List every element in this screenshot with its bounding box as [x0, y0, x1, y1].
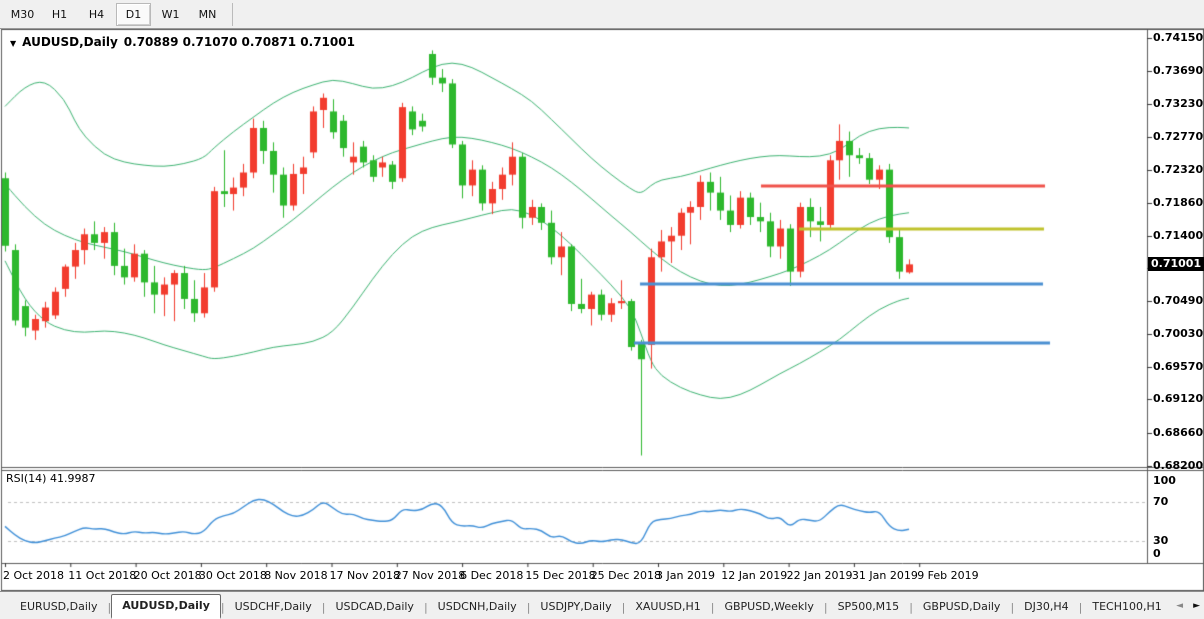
- rsi-value: 41.9987: [50, 472, 96, 485]
- price-axis-tick: 0.70030: [1153, 327, 1203, 340]
- price-axis-tick: 0.73230: [1153, 97, 1203, 110]
- time-axis-label: 22 Jan 2019: [787, 569, 853, 582]
- rsi-axis-tick: 70: [1153, 495, 1168, 508]
- symbol-tab-dj30[interactable]: DJ30,H4: [1014, 597, 1078, 617]
- time-axis-label: 30 Oct 2018: [199, 569, 267, 582]
- price-axis-tick: 0.69570: [1153, 360, 1203, 373]
- rsi-name: RSI(14): [6, 472, 46, 485]
- price-chart-canvas[interactable]: [0, 29, 1204, 591]
- rsi-axis-tick: 100: [1153, 474, 1176, 487]
- symbol-tab-gbpusd[interactable]: GBPUSD,Weekly: [714, 597, 823, 617]
- time-axis-label: 27 Nov 2018: [395, 569, 465, 582]
- trading-terminal-window: M30H1H4D1W1MN ▼ AUDUSD,Daily 0.70889 0.7…: [0, 0, 1204, 619]
- timeframe-button-w1[interactable]: W1: [153, 3, 188, 26]
- price-axis-tick: 0.68200: [1153, 459, 1203, 472]
- symbol-tab-usdcnh[interactable]: USDCNH,Daily: [428, 597, 527, 617]
- chart-dropdown-icon[interactable]: ▼: [10, 39, 16, 48]
- chart-symbol-label: AUDUSD,Daily: [22, 35, 118, 49]
- time-axis-label: 3 Jan 2019: [656, 569, 715, 582]
- rsi-indicator-label: RSI(14) 41.9987: [6, 472, 95, 485]
- time-axis-label: 25 Dec 2018: [591, 569, 661, 582]
- price-axis-tick: 0.69120: [1153, 392, 1203, 405]
- tab-scroll-controls: ◄ ►: [1176, 600, 1200, 612]
- timeframe-button-m30[interactable]: M30: [5, 3, 40, 26]
- symbol-tab-sp500[interactable]: SP500,M15: [828, 597, 910, 617]
- toolbar-separator: [232, 3, 233, 26]
- time-axis-label: 31 Jan 2019: [852, 569, 918, 582]
- price-axis-tick: 0.71400: [1153, 229, 1203, 242]
- symbol-tab-audusd[interactable]: AUDUSD,Daily: [111, 594, 221, 619]
- timeframe-toolbar: M30H1H4D1W1MN: [0, 0, 1204, 29]
- price-axis-tick: 0.73690: [1153, 64, 1203, 77]
- time-axis-label: 20 Oct 2018: [134, 569, 202, 582]
- current-price-badge: 0.71001: [1148, 257, 1204, 271]
- rsi-axis-tick: 30: [1153, 534, 1168, 547]
- timeframe-button-h1[interactable]: H1: [42, 3, 77, 26]
- symbol-tab-tech100[interactable]: TECH100,H1: [1082, 597, 1171, 617]
- symbol-tab-usdjpy[interactable]: USDJPY,Daily: [530, 597, 621, 617]
- chart-ohlc-values: 0.70889 0.71070 0.70871 0.71001: [124, 35, 355, 49]
- price-axis-tick: 0.68660: [1153, 426, 1203, 439]
- price-axis-tick: 0.72320: [1153, 163, 1203, 176]
- symbol-tab-usdcad[interactable]: USDCAD,Daily: [325, 597, 424, 617]
- symbol-tab-xauusd[interactable]: XAUUSD,H1: [625, 597, 710, 617]
- price-axis-tick: 0.70490: [1153, 294, 1203, 307]
- symbol-tab-eurusd[interactable]: EURUSD,Daily: [10, 597, 107, 617]
- time-axis-label: 12 Jan 2019: [721, 569, 787, 582]
- timeframe-button-d1[interactable]: D1: [116, 3, 151, 26]
- time-axis-label: 2 Oct 2018: [3, 569, 64, 582]
- timeframe-button-mn[interactable]: MN: [190, 3, 225, 26]
- price-axis-tick: 0.74150: [1153, 31, 1203, 44]
- chart-region: ▼ AUDUSD,Daily 0.70889 0.71070 0.70871 0…: [0, 29, 1204, 591]
- symbol-tabbar: EURUSD,Daily|AUDUSD,Daily|USDCHF,Daily|U…: [0, 591, 1204, 619]
- tab-scroll-right-icon[interactable]: ►: [1193, 600, 1200, 612]
- tab-scroll-left-icon[interactable]: ◄: [1176, 600, 1183, 612]
- symbol-tab-usdchf[interactable]: USDCHF,Daily: [225, 597, 322, 617]
- price-axis-tick: 0.72770: [1153, 130, 1203, 143]
- rsi-axis-tick: 0: [1153, 547, 1161, 560]
- time-axis-label: 15 Dec 2018: [525, 569, 595, 582]
- time-axis-label: 11 Oct 2018: [68, 569, 136, 582]
- price-axis-tick: 0.71860: [1153, 196, 1203, 209]
- symbol-tab-gbpusd[interactable]: GBPUSD,Daily: [913, 597, 1011, 617]
- time-axis-label: 17 Nov 2018: [330, 569, 400, 582]
- timeframe-button-h4[interactable]: H4: [79, 3, 114, 26]
- time-axis-label: 9 Feb 2019: [917, 569, 978, 582]
- time-axis-label: 8 Nov 2018: [264, 569, 327, 582]
- time-axis-label: 6 Dec 2018: [460, 569, 523, 582]
- chart-title: ▼ AUDUSD,Daily 0.70889 0.71070 0.70871 0…: [10, 35, 355, 49]
